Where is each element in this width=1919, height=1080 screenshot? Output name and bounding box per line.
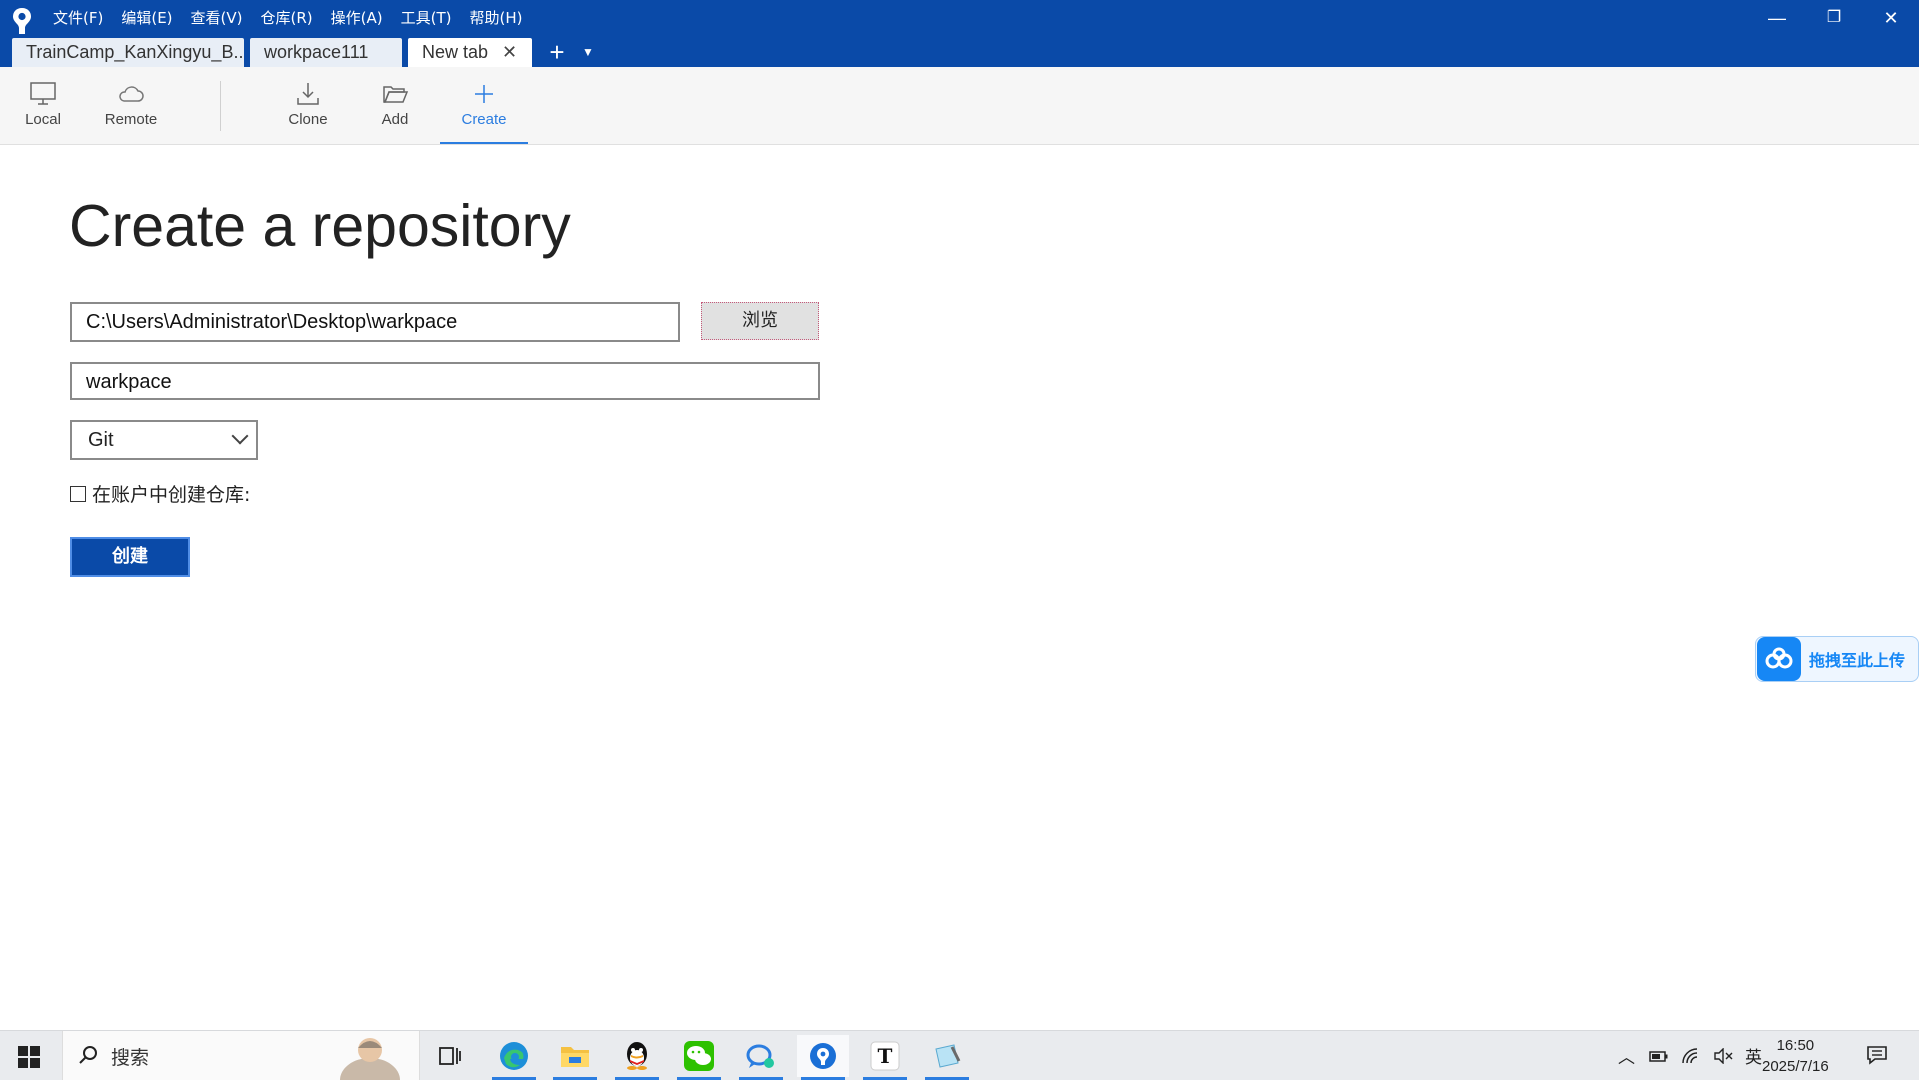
tab-label: New tab [422, 42, 489, 62]
taskbar-chat-app-button[interactable] [735, 1035, 787, 1080]
tab-workpace111[interactable]: workpace111 [250, 38, 402, 67]
drag-upload-widget[interactable]: 拖拽至此上传 [1755, 636, 1919, 682]
chevron-down-icon [231, 427, 249, 445]
add-button[interactable]: Add [374, 67, 416, 144]
taskbar-wechat-button[interactable] [673, 1035, 725, 1080]
clock-date: 2025/7/16 [1762, 1058, 1829, 1075]
menu-edit[interactable]: 编辑(E) [121, 7, 172, 29]
svg-text:T: T [878, 1044, 893, 1068]
menu-bar: 文件(F) 编辑(E) 查看(V) 仓库(R) 操作(A) 工具(T) 帮助(H… [53, 7, 540, 29]
repository-name-input[interactable]: warkpace [70, 362, 820, 400]
tab-label: workpace111 [264, 42, 369, 62]
task-view-button[interactable] [424, 1035, 476, 1077]
notification-center-icon[interactable] [1866, 1045, 1888, 1065]
taskbar-edge-button[interactable] [488, 1035, 540, 1080]
repository-toolbar: Local Remote Clone Add Create [0, 67, 1919, 145]
tab-label: TrainCamp_KanXingyu_B... [26, 42, 244, 62]
qq-penguin-icon [627, 1042, 647, 1070]
input-method-indicator[interactable]: 英 [1745, 1043, 1762, 1068]
create-tab-button[interactable]: Create [440, 67, 528, 144]
minimize-button[interactable]: — [1749, 4, 1805, 32]
wifi-icon[interactable] [1681, 1047, 1701, 1064]
create-in-account-row: 在账户中创建仓库: [70, 480, 250, 507]
menu-actions[interactable]: 操作(A) [331, 7, 383, 29]
typora-icon: T [870, 1041, 900, 1071]
restore-button[interactable]: ❐ [1806, 4, 1862, 32]
clone-label: Clone [288, 111, 328, 128]
create-in-account-label[interactable]: 在账户中创建仓库: [92, 480, 250, 507]
tab-list-dropdown-icon[interactable]: ▼ [582, 38, 594, 67]
wechat-icon [684, 1041, 714, 1071]
folder-open-icon [383, 86, 409, 103]
path-value: C:\Users\Administrator\Desktop\warkpace [86, 311, 458, 333]
chat-bubble-app-icon [746, 1044, 774, 1068]
tray-overflow-chevron-icon[interactable]: ︿ [1618, 1043, 1635, 1068]
download-icon [297, 83, 319, 105]
menu-file[interactable]: 文件(F) [53, 7, 103, 29]
notepad-icon [935, 1044, 961, 1068]
new-tab-plus-icon[interactable]: + [544, 38, 570, 67]
edge-browser-icon [500, 1042, 528, 1070]
tab-new-tab[interactable]: New tab ✕ [408, 38, 532, 67]
search-icon [79, 1046, 97, 1064]
create-label: Create [461, 111, 507, 128]
plus-icon [475, 85, 493, 103]
taskbar-search-box[interactable]: 搜索 [62, 1031, 420, 1080]
system-clock[interactable]: 16:50 2025/7/16 [1762, 1035, 1829, 1077]
system-tray: ︿ 英 [1618, 1031, 1762, 1080]
taskbar-qq-button[interactable] [611, 1035, 663, 1080]
page-title: Create a repository [69, 193, 571, 259]
search-highlight-illustration-icon [340, 1038, 400, 1080]
upload-widget-label: 拖拽至此上传 [1809, 651, 1906, 670]
clone-button[interactable]: Clone [282, 67, 334, 144]
create-button[interactable]: 创建 [70, 537, 190, 577]
restore-icon: ❐ [1826, 9, 1842, 26]
windows-start-icon[interactable] [18, 1046, 40, 1068]
battery-icon[interactable] [1649, 1049, 1669, 1063]
windows-taskbar: 搜索 T ︿ 英 16:50 2025/7/16 [0, 1030, 1919, 1080]
browse-button[interactable]: 浏览 [701, 302, 819, 340]
close-icon: ✕ [1883, 8, 1899, 28]
task-view-icon [439, 1047, 461, 1065]
tab-strip: TrainCamp_KanXingyu_B... workpace111 New… [12, 38, 594, 67]
toolbar-divider [220, 81, 221, 131]
file-explorer-icon [561, 1047, 589, 1067]
remote-label: Remote [104, 111, 158, 128]
sourcetree-logo-icon[interactable] [11, 6, 33, 36]
taskbar-sourcetree-button[interactable] [797, 1035, 849, 1080]
menu-tools[interactable]: 工具(T) [401, 7, 452, 29]
taskbar-typora-button[interactable]: T [859, 1035, 911, 1080]
baidu-cloud-icon [1757, 637, 1801, 681]
title-bar: 文件(F) 编辑(E) 查看(V) 仓库(R) 操作(A) 工具(T) 帮助(H… [0, 0, 1919, 67]
volume-muted-icon[interactable] [1713, 1047, 1733, 1064]
menu-view[interactable]: 查看(V) [191, 7, 243, 29]
menu-help[interactable]: 帮助(H) [469, 7, 522, 29]
cloud-icon [119, 86, 144, 102]
add-label: Add [381, 111, 409, 128]
selected-vcs-type: Git [88, 429, 114, 451]
repository-type-select[interactable]: Git [70, 420, 258, 460]
tab-close-icon[interactable]: ✕ [502, 38, 517, 67]
active-tab-indicator [440, 142, 528, 144]
local-button[interactable]: Local [18, 67, 68, 144]
remote-button[interactable]: Remote [98, 67, 164, 144]
tab-traincamp[interactable]: TrainCamp_KanXingyu_B... [12, 38, 244, 67]
clock-time: 16:50 [1776, 1037, 1815, 1054]
destination-path-input[interactable]: C:\Users\Administrator\Desktop\warkpace [70, 302, 680, 342]
close-window-button[interactable]: ✕ [1863, 4, 1919, 32]
local-label: Local [25, 111, 61, 128]
name-value: warkpace [86, 371, 172, 393]
monitor-icon [30, 82, 56, 105]
create-in-account-checkbox[interactable] [70, 485, 86, 502]
taskbar-notepad-button[interactable] [921, 1035, 973, 1080]
minimize-icon: — [1768, 8, 1786, 28]
menu-repository[interactable]: 仓库(R) [261, 7, 313, 29]
sourcetree-icon [810, 1043, 836, 1069]
taskbar-explorer-button[interactable] [549, 1035, 601, 1080]
search-placeholder: 搜索 [111, 1047, 150, 1069]
